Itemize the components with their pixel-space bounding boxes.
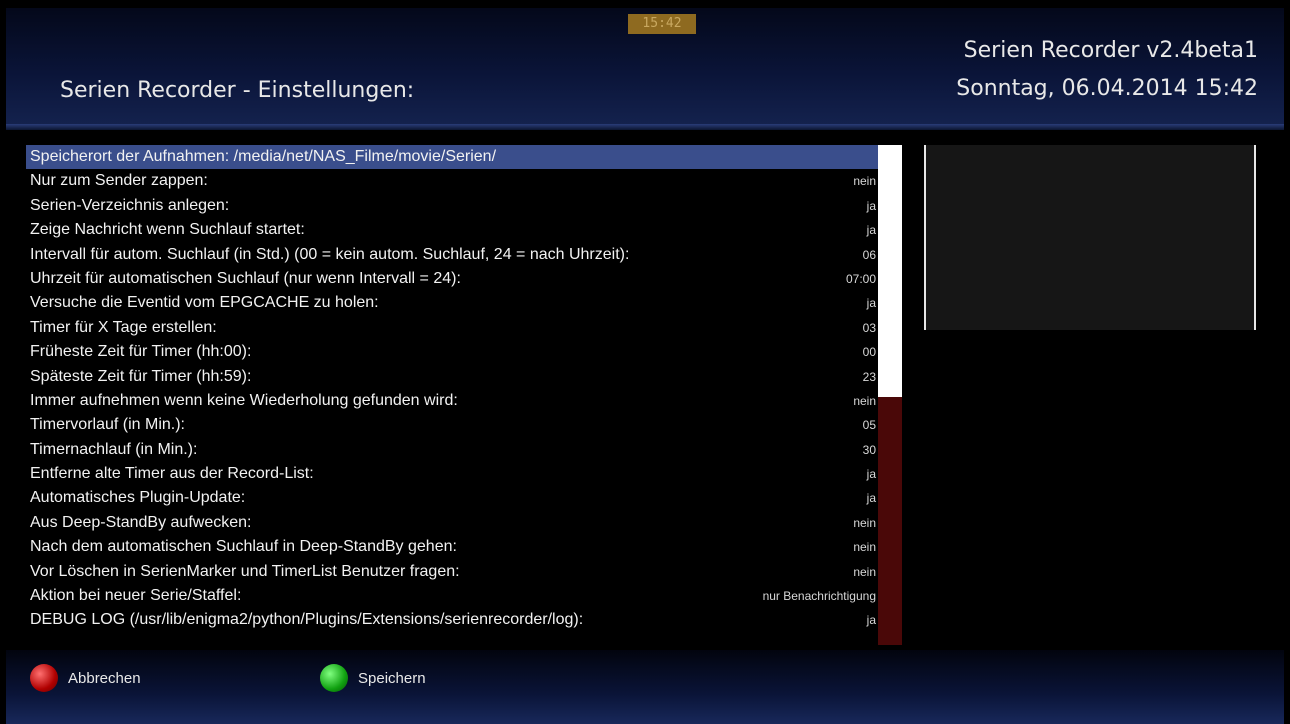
scrollbar-thumb[interactable] xyxy=(878,145,902,397)
cover-preview xyxy=(924,145,1256,330)
setting-value: nein xyxy=(853,174,876,189)
green-key-icon xyxy=(320,664,348,692)
setting-value: nein xyxy=(853,515,876,530)
setting-value: nein xyxy=(853,393,876,408)
setting-label: Versuche die Eventid vom EPGCACHE zu hol… xyxy=(30,294,379,312)
setting-row-sender-zappen[interactable]: Nur zum Sender zappen: nein xyxy=(26,169,878,193)
setting-value: ja xyxy=(866,223,876,238)
setting-value: 00 xyxy=(862,345,876,360)
clock-badge: 15:42 xyxy=(628,14,696,34)
setting-row-nachricht[interactable]: Zeige Nachricht wenn Suchlauf startet: j… xyxy=(26,218,878,242)
setting-label: Späteste Zeit für Timer (hh:59): xyxy=(30,367,252,385)
setting-label: Immer aufnehmen wenn keine Wiederholung … xyxy=(30,391,458,409)
footer-bar xyxy=(6,650,1284,724)
setting-label: Serien-Verzeichnis anlegen: xyxy=(30,196,230,214)
setting-label: Timervorlauf (in Min.): xyxy=(30,416,185,434)
cancel-label: Abbrechen xyxy=(68,669,141,687)
setting-value: nein xyxy=(853,540,876,555)
setting-row-neue-serie[interactable]: Aktion bei neuer Serie/Staffel: nur Bena… xyxy=(26,584,878,608)
setting-label: Entferne alte Timer aus der Record-List: xyxy=(30,465,314,483)
cancel-button[interactable]: Abbrechen xyxy=(30,664,141,692)
setting-row-debug-log[interactable]: DEBUG LOG (/usr/lib/enigma2/python/Plugi… xyxy=(26,608,878,632)
setting-value: ja xyxy=(866,198,876,213)
settings-list[interactable]: Speicherort der Aufnahmen: /media/net/NA… xyxy=(26,145,878,645)
setting-label: Zeige Nachricht wenn Suchlauf startet: xyxy=(30,221,305,239)
setting-label: Aus Deep-StandBy aufwecken: xyxy=(30,513,252,531)
setting-row-eventid[interactable]: Versuche die Eventid vom EPGCACHE zu hol… xyxy=(26,291,878,315)
setting-label: Timernachlauf (in Min.): xyxy=(30,440,198,458)
setting-value: ja xyxy=(866,491,876,506)
setting-label: Timer für X Tage erstellen: xyxy=(30,318,217,336)
setting-row-intervall[interactable]: Intervall für autom. Suchlauf (in Std.) … xyxy=(26,243,878,267)
setting-value: ja xyxy=(866,467,876,482)
setting-value: 06 xyxy=(862,247,876,262)
setting-value: nein xyxy=(853,564,876,579)
setting-label: Nur zum Sender zappen: xyxy=(30,172,208,190)
screen-title: Serien Recorder - Einstellungen: xyxy=(60,78,415,103)
setting-value: nur Benachrichtigung xyxy=(762,589,876,604)
setting-label: Uhrzeit für automatischen Suchlauf (nur … xyxy=(30,269,461,287)
setting-row-deep-standby-after[interactable]: Nach dem automatischen Suchlauf in Deep-… xyxy=(26,535,878,559)
setting-label: Intervall für autom. Suchlauf (in Std.) … xyxy=(30,245,630,263)
save-button[interactable]: Speichern xyxy=(320,664,426,692)
setting-value: 03 xyxy=(862,320,876,335)
save-label: Speichern xyxy=(358,669,426,687)
setting-label: DEBUG LOG (/usr/lib/enigma2/python/Plugi… xyxy=(30,611,584,629)
setting-label: Nach dem automatischen Suchlauf in Deep-… xyxy=(30,538,457,556)
setting-row-alte-timer[interactable]: Entferne alte Timer aus der Record-List:… xyxy=(26,462,878,486)
setting-row-deep-standby-wake[interactable]: Aus Deep-StandBy aufwecken: nein xyxy=(26,511,878,535)
setting-row-speicherort[interactable]: Speicherort der Aufnahmen: /media/net/NA… xyxy=(26,145,878,170)
setting-row-timervorlauf[interactable]: Timervorlauf (in Min.): 05 xyxy=(26,413,878,437)
setting-value: 05 xyxy=(862,418,876,433)
setting-label: Automatisches Plugin-Update: xyxy=(30,489,246,507)
setting-row-spaeteste-zeit[interactable]: Späteste Zeit für Timer (hh:59): 23 xyxy=(26,365,878,389)
setting-row-uhrzeit[interactable]: Uhrzeit für automatischen Suchlauf (nur … xyxy=(26,267,878,291)
setting-row-loeschen-fragen[interactable]: Vor Löschen in SerienMarker und TimerLis… xyxy=(26,560,878,584)
setting-value: 07:00 xyxy=(845,271,876,286)
setting-row-timernachlauf[interactable]: Timernachlauf (in Min.): 30 xyxy=(26,438,878,462)
setting-label: Speicherort der Aufnahmen: /media/net/NA… xyxy=(30,148,497,165)
setting-label: Vor Löschen in SerienMarker und TimerLis… xyxy=(30,562,460,580)
setting-value: ja xyxy=(866,296,876,311)
setting-label: Früheste Zeit für Timer (hh:00): xyxy=(30,343,252,361)
setting-label: Aktion bei neuer Serie/Staffel: xyxy=(30,587,242,605)
setting-row-verzeichnis[interactable]: Serien-Verzeichnis anlegen: ja xyxy=(26,194,878,218)
header-separator xyxy=(6,124,1284,130)
red-key-icon xyxy=(30,664,58,692)
setting-value: 30 xyxy=(862,442,876,457)
datetime: Sonntag, 06.04.2014 15:42 xyxy=(956,76,1258,101)
setting-row-tage[interactable]: Timer für X Tage erstellen: 03 xyxy=(26,316,878,340)
setting-value: ja xyxy=(866,613,876,628)
setting-row-plugin-update[interactable]: Automatisches Plugin-Update: ja xyxy=(26,486,878,510)
setting-row-frueheste-zeit[interactable]: Früheste Zeit für Timer (hh:00): 00 xyxy=(26,340,878,364)
setting-row-immer-aufnehmen[interactable]: Immer aufnehmen wenn keine Wiederholung … xyxy=(26,389,878,413)
setting-value: 23 xyxy=(862,369,876,384)
plugin-version: Serien Recorder v2.4beta1 xyxy=(963,38,1258,63)
